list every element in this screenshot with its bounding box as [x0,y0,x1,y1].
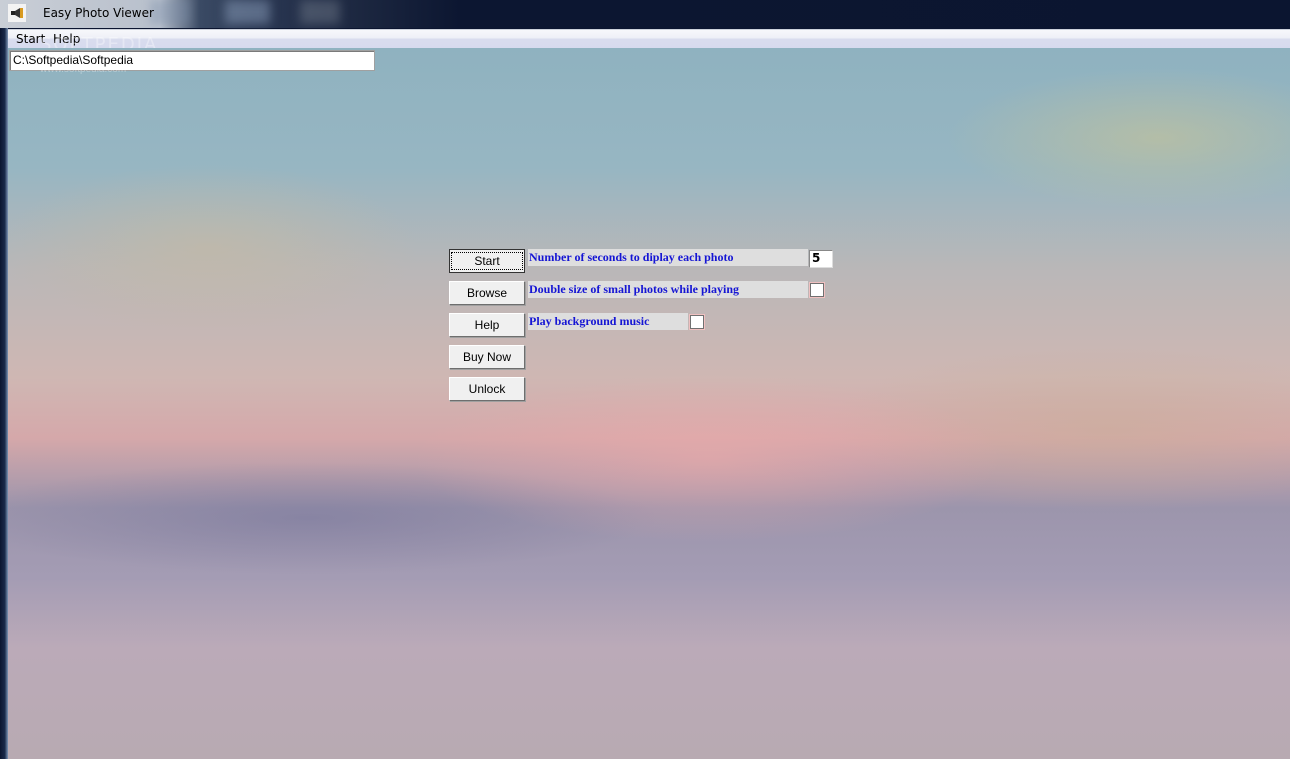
window-title: Easy Photo Viewer [43,6,154,20]
start-button-label: Start [451,252,523,270]
taskbar-thumbnail-blur [150,0,190,24]
double-size-checkbox[interactable] [809,282,825,298]
buy-now-button[interactable]: Buy Now [449,345,525,369]
help-button[interactable]: Help [449,313,525,337]
taskbar-thumbnail-blur [300,0,340,24]
music-checkbox[interactable] [689,314,705,330]
menu-help[interactable]: Help [53,32,80,46]
unlock-button[interactable]: Unlock [449,377,525,401]
photo-display [8,48,1290,759]
browse-button[interactable]: Browse [449,281,525,305]
menu-bar: Start Help [8,29,1290,49]
seconds-label: Number of seconds to diplay each photo [528,249,808,266]
title-bar: Easy Photo Viewer [0,0,1290,28]
double-size-label: Double size of small photos while playin… [528,281,808,298]
window-frame-left [0,28,8,759]
music-label: Play background music [528,313,688,330]
seconds-input[interactable]: 5 [809,250,833,268]
folder-path-input[interactable]: C:\Softpedia\Softpedia [9,50,375,71]
taskbar-thumbnail-blur [225,0,270,24]
menu-start[interactable]: Start [16,32,45,46]
start-button[interactable]: Start [449,249,525,273]
speaker-icon[interactable] [8,4,26,22]
